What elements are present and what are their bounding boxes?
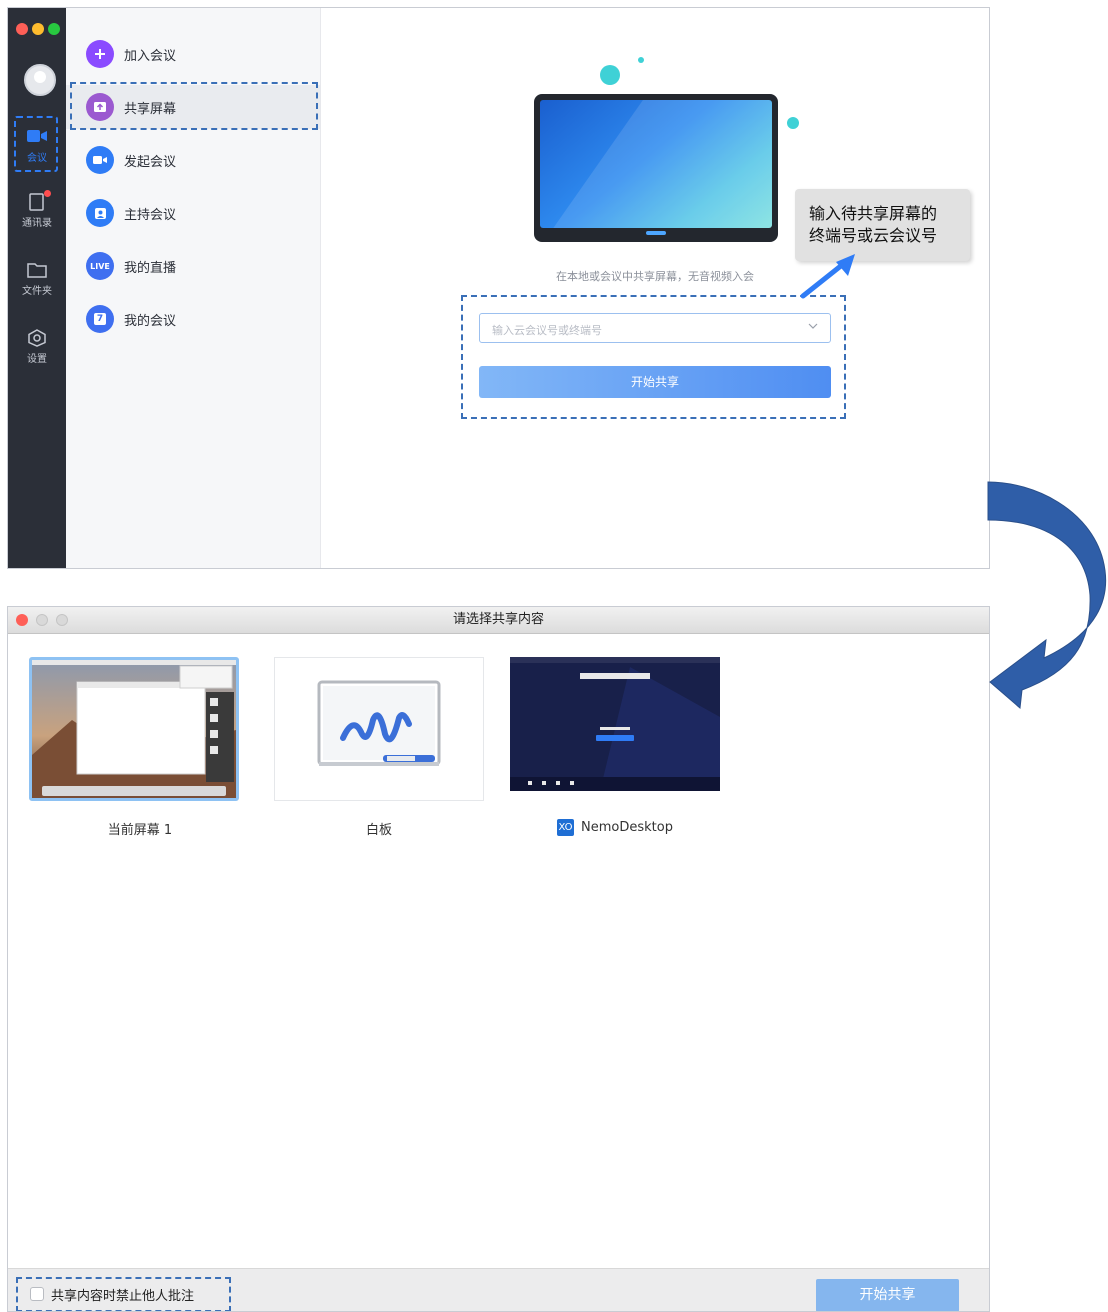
share-option-nemodesktop[interactable]	[510, 657, 720, 801]
menu-item-my-meetings[interactable]: 7 我的会议	[66, 297, 320, 341]
input-placeholder: 输入云会议号或终端号	[492, 324, 602, 337]
calendar-icon: 7	[86, 305, 114, 333]
nemodesktop-window-thumbnail	[510, 657, 720, 801]
decorative-bubble	[600, 65, 620, 85]
menu-item-start-meeting[interactable]: 发起会议	[66, 138, 320, 182]
close-window-button[interactable]	[16, 23, 28, 35]
disable-annotation-checkbox[interactable]	[30, 1287, 44, 1301]
sidebar-item-folder[interactable]: 文件夹	[8, 261, 66, 297]
zoom-window-button[interactable]	[48, 23, 60, 35]
monitor-illustration	[534, 94, 778, 242]
start-share-button[interactable]: 开始共享	[479, 366, 831, 398]
sidebar-item-label: 通讯录	[22, 218, 52, 229]
menu-item-label: 我的直播	[124, 260, 177, 276]
contacts-icon	[27, 190, 51, 211]
sidebar-item-meeting[interactable]: 会议	[8, 116, 66, 172]
host-icon	[86, 199, 114, 227]
app-sidebar: 会议 通讯录 文件夹 设置	[8, 8, 66, 568]
share-option-whiteboard[interactable]	[274, 657, 484, 801]
chevron-down-icon[interactable]	[808, 322, 818, 333]
whiteboard-icon	[317, 680, 441, 766]
menu-item-label: 我的会议	[124, 313, 177, 329]
annotation-callout: 输入待共享屏幕的 终端号或云会议号	[795, 189, 970, 261]
notification-dot	[44, 190, 51, 197]
share-option-label: 当前屏幕 1	[107, 823, 173, 838]
checkbox-label: 共享内容时禁止他人批注	[51, 1289, 195, 1304]
avatar[interactable]	[24, 64, 56, 96]
dialog-titlebar: 请选择共享内容	[8, 607, 989, 634]
callout-line: 输入待共享屏幕的	[809, 204, 938, 223]
menu-item-host-meeting[interactable]: 主持会议	[66, 191, 320, 235]
video-camera-icon	[86, 146, 114, 174]
decorative-bubble	[638, 57, 644, 63]
main-app-window: 会议 通讯录 文件夹 设置 加入会议 共享屏幕 发起会议 主持会议 LIVE 我…	[7, 7, 990, 569]
minimize-window-button[interactable]	[32, 23, 44, 35]
live-icon: LIVE	[86, 252, 114, 280]
nemodesktop-app-icon: XO	[557, 819, 575, 836]
share-screen-panel: 输入待共享屏幕的 终端号或云会议号 在本地或会议中共享屏幕，无音视频入会 输入云…	[321, 8, 989, 568]
share-option-label: 白板	[365, 823, 392, 838]
decorative-bubble	[787, 117, 799, 129]
folder-icon	[27, 261, 47, 279]
calendar-badge-text: 7	[94, 313, 106, 325]
menu-item-label: 加入会议	[124, 48, 177, 64]
monitor-screen	[540, 100, 772, 228]
share-option-label: XO NemoDesktop	[510, 819, 720, 836]
menu-item-join-meeting[interactable]: 加入会议	[66, 32, 320, 76]
share-option-current-screen[interactable]	[29, 657, 239, 801]
sidebar-item-label: 文件夹	[22, 286, 52, 297]
start-share-button[interactable]: 开始共享	[816, 1279, 959, 1311]
plus-icon	[86, 40, 114, 68]
menu-item-label: 主持会议	[124, 207, 177, 223]
share-option-label-text: NemoDesktop	[581, 820, 673, 835]
desktop-screenshot-thumbnail	[32, 660, 236, 798]
sidebar-item-label: 设置	[27, 354, 47, 365]
highlight-box	[70, 82, 318, 130]
menu-item-my-live[interactable]: LIVE 我的直播	[66, 244, 320, 288]
video-camera-icon	[27, 128, 47, 146]
menu-item-label: 发起会议	[124, 154, 177, 170]
live-badge-text: LIVE	[90, 261, 110, 271]
meeting-number-input[interactable]: 输入云会议号或终端号	[479, 313, 831, 343]
settings-icon	[27, 329, 47, 347]
monitor-logo	[646, 231, 666, 235]
dialog-title: 请选择共享内容	[452, 612, 544, 627]
callout-line: 终端号或云会议号	[809, 226, 938, 245]
share-content-dialog: 请选择共享内容 当前屏幕 1 白板 XO NemoDesktop 共享内容时禁止…	[7, 606, 990, 1312]
sidebar-item-contacts[interactable]: 通讯录	[8, 190, 66, 229]
share-subtitle: 在本地或会议中共享屏幕，无音视频入会	[556, 270, 754, 283]
sidebar-item-settings[interactable]: 设置	[8, 329, 66, 365]
dialog-footer: 共享内容时禁止他人批注 开始共享	[8, 1268, 989, 1311]
